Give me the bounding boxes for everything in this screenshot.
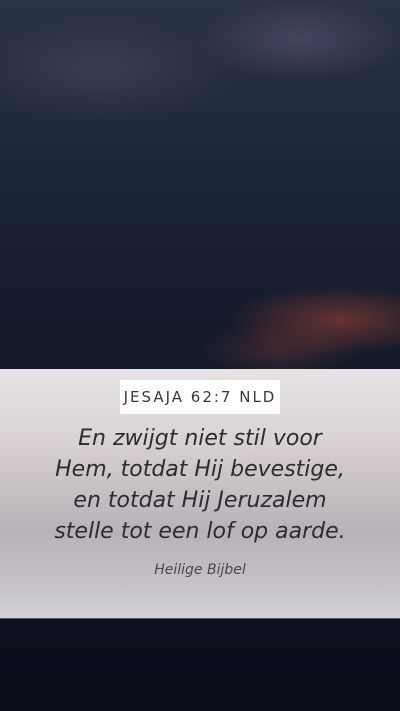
verse-line: Hem, totdat Hij bevestige,	[55, 457, 345, 482]
verse-line: stelle tot een lof op aarde.	[54, 519, 346, 544]
band-divider	[0, 618, 400, 619]
verse-line: En zwijgt niet stil voor	[78, 426, 322, 451]
verse-reference: JESAJA 62:7 NLD	[123, 388, 277, 406]
reference-label-box: JESAJA 62:7 NLD	[120, 380, 280, 414]
verse-line: en totdat Hij Jeruzalem	[73, 488, 327, 513]
bible-source: Heilige Bijbel	[154, 562, 246, 578]
verse-text: En zwijgt niet stil voor Hem, totdat Hij…	[20, 423, 380, 547]
